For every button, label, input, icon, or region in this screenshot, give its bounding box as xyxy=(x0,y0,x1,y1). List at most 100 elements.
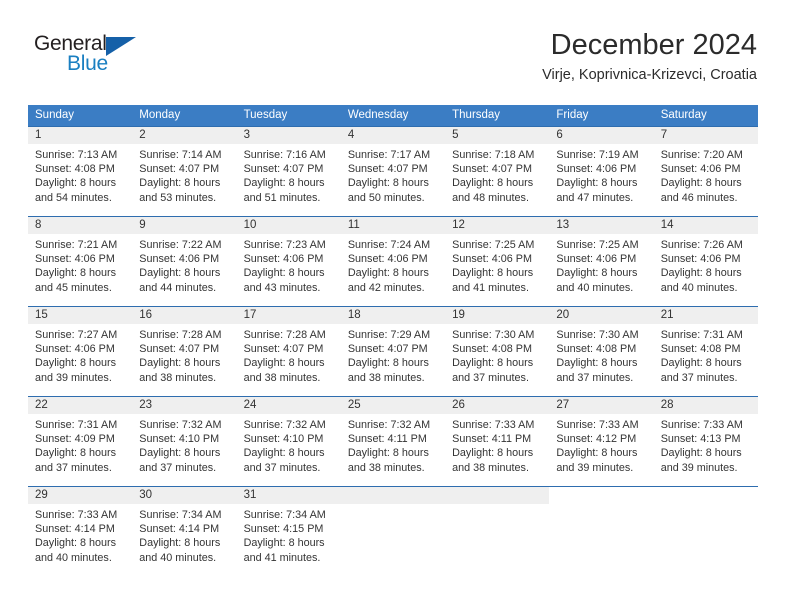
day-number[interactable]: 18 xyxy=(341,307,445,324)
day-cell[interactable]: Sunrise: 7:20 AM Sunset: 4:06 PM Dayligh… xyxy=(654,144,758,216)
daylight-text-cont: and 38 minutes. xyxy=(243,371,321,384)
sunrise-text: Sunrise: 7:13 AM xyxy=(35,149,118,161)
day-number[interactable]: 5 xyxy=(445,127,549,144)
daylight-text-cont: and 37 minutes. xyxy=(556,371,634,384)
day-cell[interactable]: Sunrise: 7:31 AM Sunset: 4:09 PM Dayligh… xyxy=(28,414,132,486)
day-number[interactable]: 8 xyxy=(28,217,132,234)
day-number[interactable]: 7 xyxy=(654,127,758,144)
day-number[interactable]: 25 xyxy=(341,397,445,414)
week-row: 1 2 3 4 5 6 7 Sunrise: 7:13 AM Sunset: 4… xyxy=(28,126,758,216)
sunset-text: Sunset: 4:14 PM xyxy=(35,523,115,536)
day-number[interactable]: 22 xyxy=(28,397,132,414)
daylight-text: Daylight: 8 hours xyxy=(139,267,221,280)
day-details-row: Sunrise: 7:31 AM Sunset: 4:09 PM Dayligh… xyxy=(28,414,758,486)
day-number[interactable]: 28 xyxy=(654,397,758,414)
day-number[interactable]: 19 xyxy=(445,307,549,324)
sunset-text: Sunset: 4:14 PM xyxy=(139,523,220,536)
daylight-text: Daylight: 8 hours xyxy=(139,537,221,550)
day-number[interactable]: 27 xyxy=(549,397,653,414)
daylight-text-cont: and 50 minutes. xyxy=(347,191,425,204)
triangle-icon xyxy=(106,37,136,56)
daylight-text-cont: and 39 minutes. xyxy=(556,461,634,474)
day-number[interactable]: 15 xyxy=(28,307,132,324)
day-cell[interactable]: Sunrise: 7:34 AM Sunset: 4:14 PM Dayligh… xyxy=(132,504,236,566)
day-cell[interactable]: Sunrise: 7:30 AM Sunset: 4:08 PM Dayligh… xyxy=(549,324,653,396)
day-details-row: Sunrise: 7:33 AM Sunset: 4:14 PM Dayligh… xyxy=(28,504,758,566)
day-cell[interactable]: Sunrise: 7:19 AM Sunset: 4:06 PM Dayligh… xyxy=(549,144,653,216)
day-cell-empty xyxy=(341,504,445,566)
daylight-text-cont: and 40 minutes. xyxy=(660,281,738,294)
day-cell[interactable]: Sunrise: 7:24 AM Sunset: 4:06 PM Dayligh… xyxy=(341,234,445,306)
day-cell[interactable]: Sunrise: 7:14 AM Sunset: 4:07 PM Dayligh… xyxy=(132,144,236,216)
day-number[interactable]: 14 xyxy=(654,217,758,234)
daylight-text: Daylight: 8 hours xyxy=(35,267,117,280)
daylight-text-cont: and 37 minutes. xyxy=(243,461,321,474)
day-number[interactable]: 6 xyxy=(549,127,653,144)
day-number[interactable]: 2 xyxy=(132,127,236,144)
sunset-text: Sunset: 4:12 PM xyxy=(556,433,637,446)
day-cell[interactable]: Sunrise: 7:25 AM Sunset: 4:06 PM Dayligh… xyxy=(445,234,549,306)
sunset-text: Sunset: 4:13 PM xyxy=(660,433,741,446)
daylight-text: Daylight: 8 hours xyxy=(35,357,117,370)
day-cell[interactable]: Sunrise: 7:34 AM Sunset: 4:15 PM Dayligh… xyxy=(237,504,341,566)
sunrise-text: Sunrise: 7:16 AM xyxy=(243,149,326,161)
day-cell[interactable]: Sunrise: 7:29 AM Sunset: 4:07 PM Dayligh… xyxy=(341,324,445,396)
day-cell[interactable]: Sunrise: 7:30 AM Sunset: 4:08 PM Dayligh… xyxy=(445,324,549,396)
week-row: 8 9 10 11 12 13 14 Sunrise: 7:21 AM Suns… xyxy=(28,216,758,306)
day-cell[interactable]: Sunrise: 7:25 AM Sunset: 4:06 PM Dayligh… xyxy=(549,234,653,306)
sunrise-text: Sunrise: 7:31 AM xyxy=(660,329,743,341)
day-cell[interactable]: Sunrise: 7:17 AM Sunset: 4:07 PM Dayligh… xyxy=(341,144,445,216)
day-cell[interactable]: Sunrise: 7:18 AM Sunset: 4:07 PM Dayligh… xyxy=(445,144,549,216)
day-number[interactable]: 13 xyxy=(549,217,653,234)
day-number[interactable]: 31 xyxy=(237,487,341,504)
day-number[interactable]: 24 xyxy=(237,397,341,414)
day-cell[interactable]: Sunrise: 7:33 AM Sunset: 4:11 PM Dayligh… xyxy=(445,414,549,486)
daylight-text-cont: and 39 minutes. xyxy=(660,461,738,474)
day-number[interactable]: 21 xyxy=(654,307,758,324)
day-number[interactable]: 11 xyxy=(341,217,445,234)
daylight-text-cont: and 38 minutes. xyxy=(452,461,529,474)
daylight-text-cont: and 43 minutes. xyxy=(243,281,321,294)
day-cell[interactable]: Sunrise: 7:27 AM Sunset: 4:06 PM Dayligh… xyxy=(28,324,132,396)
day-number[interactable]: 16 xyxy=(132,307,236,324)
day-cell[interactable]: Sunrise: 7:33 AM Sunset: 4:13 PM Dayligh… xyxy=(654,414,758,486)
day-number[interactable]: 10 xyxy=(237,217,341,234)
day-number[interactable]: 17 xyxy=(237,307,341,324)
sunset-text: Sunset: 4:07 PM xyxy=(347,163,428,176)
day-cell[interactable]: Sunrise: 7:22 AM Sunset: 4:06 PM Dayligh… xyxy=(132,234,236,306)
day-number[interactable]: 23 xyxy=(132,397,236,414)
day-cell[interactable]: Sunrise: 7:31 AM Sunset: 4:08 PM Dayligh… xyxy=(654,324,758,396)
daylight-text-cont: and 46 minutes. xyxy=(660,191,738,204)
day-number[interactable]: 9 xyxy=(132,217,236,234)
daylight-text: Daylight: 8 hours xyxy=(660,447,742,460)
day-cell[interactable]: Sunrise: 7:28 AM Sunset: 4:07 PM Dayligh… xyxy=(132,324,236,396)
day-number[interactable]: 3 xyxy=(237,127,341,144)
daylight-text: Daylight: 8 hours xyxy=(35,537,117,550)
calendar-page: General Blue December 2024 Virje, Kopriv… xyxy=(0,0,792,612)
day-cell[interactable]: Sunrise: 7:23 AM Sunset: 4:06 PM Dayligh… xyxy=(237,234,341,306)
day-number[interactable]: 30 xyxy=(132,487,236,504)
sunrise-text: Sunrise: 7:33 AM xyxy=(660,419,743,431)
day-number[interactable]: 1 xyxy=(28,127,132,144)
day-cell[interactable]: Sunrise: 7:32 AM Sunset: 4:10 PM Dayligh… xyxy=(237,414,341,486)
day-cell[interactable]: Sunrise: 7:33 AM Sunset: 4:14 PM Dayligh… xyxy=(28,504,132,566)
day-number[interactable]: 4 xyxy=(341,127,445,144)
daylight-text-cont: and 37 minutes. xyxy=(452,371,529,384)
day-number[interactable]: 12 xyxy=(445,217,549,234)
day-cell[interactable]: Sunrise: 7:26 AM Sunset: 4:06 PM Dayligh… xyxy=(654,234,758,306)
day-cell[interactable]: Sunrise: 7:32 AM Sunset: 4:10 PM Dayligh… xyxy=(132,414,236,486)
day-cell[interactable]: Sunrise: 7:32 AM Sunset: 4:11 PM Dayligh… xyxy=(341,414,445,486)
day-cell[interactable]: Sunrise: 7:33 AM Sunset: 4:12 PM Dayligh… xyxy=(549,414,653,486)
day-cell[interactable]: Sunrise: 7:21 AM Sunset: 4:06 PM Dayligh… xyxy=(28,234,132,306)
sunset-text: Sunset: 4:06 PM xyxy=(660,253,741,266)
daylight-text-cont: and 38 minutes. xyxy=(347,371,425,384)
day-number[interactable]: 26 xyxy=(445,397,549,414)
daylight-text-cont: and 40 minutes. xyxy=(556,281,634,294)
day-cell[interactable]: Sunrise: 7:28 AM Sunset: 4:07 PM Dayligh… xyxy=(237,324,341,396)
sunset-text: Sunset: 4:06 PM xyxy=(452,253,532,266)
general-blue-logo[interactable]: General Blue xyxy=(34,32,164,90)
day-cell[interactable]: Sunrise: 7:13 AM Sunset: 4:08 PM Dayligh… xyxy=(28,144,132,216)
day-cell[interactable]: Sunrise: 7:16 AM Sunset: 4:07 PM Dayligh… xyxy=(237,144,341,216)
day-number[interactable]: 29 xyxy=(28,487,132,504)
day-number[interactable]: 20 xyxy=(549,307,653,324)
